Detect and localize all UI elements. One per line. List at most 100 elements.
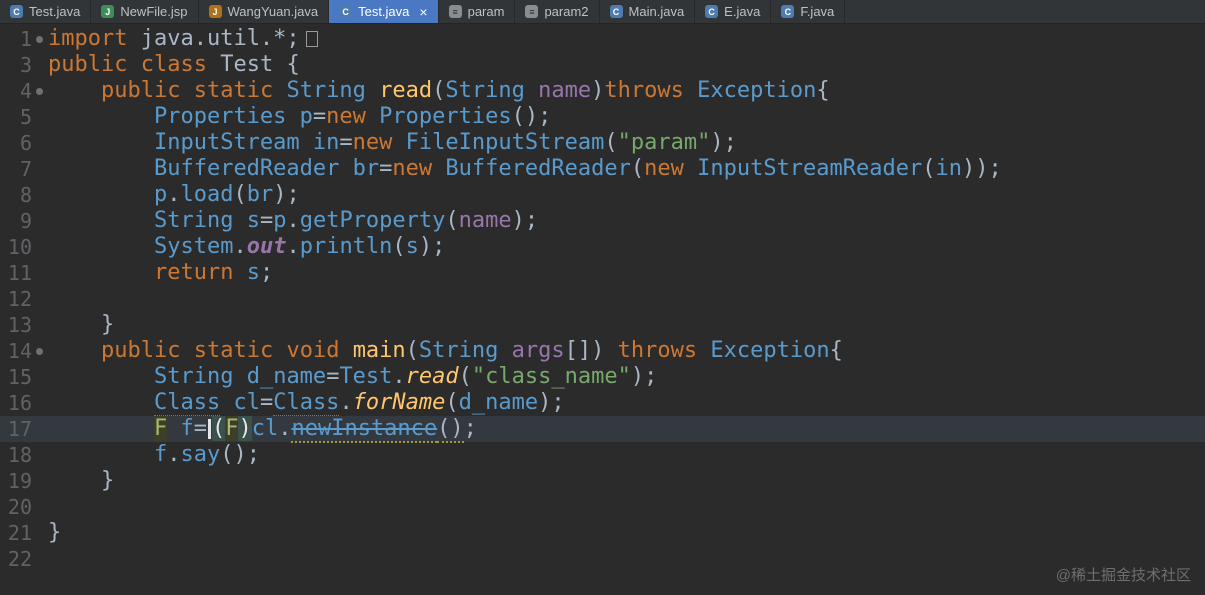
code-line[interactable]: 10 System.out.println(s); xyxy=(0,234,1205,260)
gutter[interactable]: 19 xyxy=(0,468,46,494)
code-line[interactable]: 3 public class Test { xyxy=(0,52,1205,78)
gutter[interactable]: 14 xyxy=(0,338,46,364)
code-line[interactable]: 13 } xyxy=(0,312,1205,338)
code-line[interactable]: 7 BufferedReader br=new BufferedReader(n… xyxy=(0,156,1205,182)
code-token: Properties xyxy=(379,104,512,129)
code-line[interactable]: 5 Properties p=new Properties(); xyxy=(0,104,1205,130)
gutter[interactable]: 4 xyxy=(0,78,46,104)
code-token: forName xyxy=(352,390,446,415)
code-token: Test xyxy=(339,364,393,389)
code-text: Class cl=Class.forName(d_name); xyxy=(48,390,565,416)
code-token: s xyxy=(246,208,260,233)
gutter-marker-icon xyxy=(35,347,43,355)
text-file-icon: ≡ xyxy=(448,5,462,18)
code-token: Exception xyxy=(710,338,830,363)
tab-main-java[interactable]: C Main.java xyxy=(600,0,696,23)
code-token: throws xyxy=(604,78,684,103)
code-line[interactable]: 4 public static String read(String name)… xyxy=(0,78,1205,104)
tab-test-java[interactable]: C Test.java xyxy=(0,0,92,23)
code-token: s xyxy=(405,234,419,259)
tab-wangyuan-java[interactable]: J WangYuan.java xyxy=(199,0,330,23)
gutter[interactable]: 18 xyxy=(0,442,46,468)
gutter[interactable]: 7 xyxy=(0,156,46,182)
code-line[interactable]: 8 p.load(br); xyxy=(0,182,1205,208)
gutter[interactable]: 6 xyxy=(0,130,46,156)
code-line[interactable]: 16 Class cl=Class.forName(d_name); xyxy=(0,390,1205,416)
code-line[interactable]: 19 } xyxy=(0,468,1205,494)
code-token: public xyxy=(48,52,128,77)
code-text: } xyxy=(48,520,61,546)
gutter[interactable]: 12 xyxy=(0,286,46,312)
folded-region-icon[interactable] xyxy=(305,31,318,47)
gutter[interactable]: 11 xyxy=(0,260,46,286)
tab-newfile-jsp[interactable]: J NewFile.jsp xyxy=(91,0,199,23)
code-token: p xyxy=(273,208,287,233)
code-line[interactable]: 18 f.say(); xyxy=(0,442,1205,468)
code-line[interactable]: 12 xyxy=(0,286,1205,312)
code-line[interactable]: 11 return s; xyxy=(0,260,1205,286)
text-file-icon: ≡ xyxy=(525,5,539,18)
tab-label: WangYuan.java xyxy=(227,4,319,19)
line-number: 8 xyxy=(19,183,32,207)
gutter[interactable]: 1 xyxy=(0,26,46,52)
code-token: = xyxy=(259,208,274,233)
code-token: read xyxy=(405,364,459,389)
code-token: ( xyxy=(233,182,247,207)
code-token: ); xyxy=(511,208,539,233)
code-line[interactable]: 1 import java.util.*; xyxy=(0,26,1205,52)
code-line[interactable]: 21} xyxy=(0,520,1205,546)
tab-f-java[interactable]: C F.java xyxy=(771,0,846,23)
gutter[interactable]: 22 xyxy=(0,546,46,572)
gutter[interactable]: 5 xyxy=(0,104,46,130)
code-token: } xyxy=(48,468,115,493)
gutter[interactable]: 8 xyxy=(0,182,46,208)
tab-e-java[interactable]: C E.java xyxy=(695,0,772,23)
code-line[interactable]: 14 public static void main(String args[]… xyxy=(0,338,1205,364)
code-token: main xyxy=(352,338,406,363)
java-class-icon: C xyxy=(705,5,719,18)
code-token: in xyxy=(312,130,340,155)
code-token: F xyxy=(153,416,168,441)
tab-label: E.java xyxy=(724,4,761,19)
code-line[interactable]: 15 String d_name=Test.read("class_name")… xyxy=(0,364,1205,390)
code-text: String d_name=Test.read("class_name"); xyxy=(48,364,657,390)
tab-param2[interactable]: ≡ param2 xyxy=(515,0,600,23)
code-line[interactable]: 20 xyxy=(0,494,1205,520)
code-line[interactable]: 17 F f= (F)cl.newInstance(); xyxy=(0,416,1205,443)
code-token: br xyxy=(352,156,380,181)
gutter[interactable]: 20 xyxy=(0,494,46,520)
code-token: . xyxy=(286,208,300,233)
gutter[interactable]: 15 xyxy=(0,364,46,390)
gutter[interactable]: 17 xyxy=(0,416,46,442)
code-line[interactable]: 22 xyxy=(0,546,1205,572)
code-token: d_name xyxy=(458,390,539,415)
tab-param[interactable]: ≡ param xyxy=(439,0,516,23)
gutter[interactable]: 10 xyxy=(0,234,46,260)
code-token: (); xyxy=(511,104,552,129)
code-token: String xyxy=(153,208,234,233)
gutter[interactable]: 3 xyxy=(0,52,46,78)
code-line[interactable]: 9 String s=p.getProperty(name); xyxy=(0,208,1205,234)
code-token: ( xyxy=(432,78,446,103)
tab-close-icon[interactable]: × xyxy=(419,5,427,19)
code-token: Test { xyxy=(206,52,300,77)
gutter[interactable]: 9 xyxy=(0,208,46,234)
gutter[interactable]: 21 xyxy=(0,520,46,546)
code-token: ( xyxy=(458,364,472,389)
line-number: 11 xyxy=(7,261,32,285)
gutter[interactable]: 16 xyxy=(0,390,46,416)
editor-tab-bar: C Test.java J NewFile.jsp J WangYuan.java C Tes… xyxy=(0,0,1205,24)
gutter[interactable]: 13 xyxy=(0,312,46,338)
text-caret xyxy=(207,419,211,439)
code-line[interactable]: 6 InputStream in=new FileInputStream("pa… xyxy=(0,130,1205,156)
tab-test-java[interactable]: C Test.java × xyxy=(329,0,439,23)
code-editor: 1 import java.util.*; 3 public class Test {… xyxy=(0,24,1205,572)
